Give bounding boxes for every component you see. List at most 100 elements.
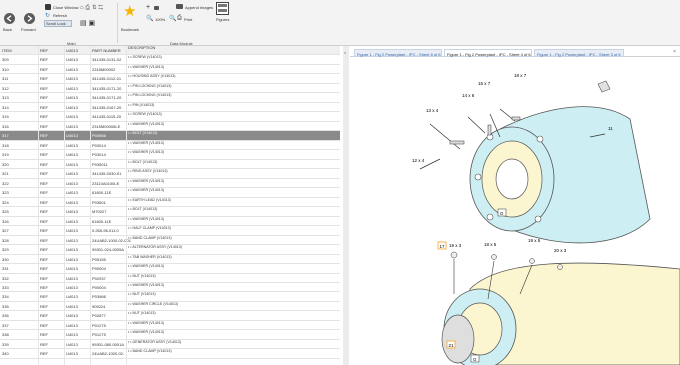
table-cell: • • GENERATOR ASSY (V14013) <box>128 339 182 344</box>
zoom-out-icon[interactable]: 🔍 <box>169 15 176 22</box>
zoom-level[interactable]: 100% <box>155 17 165 22</box>
append-images-button[interactable]: Append Images <box>185 5 213 10</box>
table-cell: 341435-0171-20 <box>92 85 122 91</box>
table-cell: • • BAND CLAMP (V14013) <box>128 349 172 354</box>
table-cell: U4013 <box>66 294 78 300</box>
tab-figure-sheet[interactable]: Figure 1 - Fig 2 Powerplant - IPC - Shee… <box>354 49 442 57</box>
table-row[interactable]: 310 REF U4013 2315M00002 • • WASHER (V14013) <box>0 65 340 75</box>
table-row[interactable]: 335 REF U4013 905224 • • WASHER CIRCLE (V140… <box>0 302 340 312</box>
column-header[interactable]: DESCRIPTION <box>128 46 155 51</box>
table-row[interactable]: 338 REF U4013 P01275 • • WASHER (V14013) <box>0 330 340 340</box>
table-row[interactable]: 331 REF U4013 P00004 • • WASHER (V14013) <box>0 264 340 274</box>
table-row[interactable]: 313 REF U4013 341435-0171-20 • • PIN LOCKING… <box>0 93 340 103</box>
table-cell: 24UAB2-1000-02- <box>92 351 125 357</box>
table-row[interactable]: 312 REF U4013 341435-0171-20 • • PIN LOCKING… <box>0 83 340 94</box>
table-row[interactable]: 316 REF U4013 2315M00006LE • • WASHER (V1401… <box>0 122 340 132</box>
table-cell: REF <box>40 218 48 224</box>
callout: 11 <box>608 126 613 131</box>
table-row[interactable]: 317 REF U4013 P03966 • • BOLT (V14013) <box>0 131 340 141</box>
screen-icon[interactable] <box>154 6 159 10</box>
table-cell: REF <box>40 322 48 328</box>
table-cell: U4013 <box>66 237 78 243</box>
table-row[interactable]: 328 REF U4013 24UAB2-1000-02-001 • • BAND CL… <box>0 236 340 246</box>
parts-list-panel: ITEM REF U4013 PART NUMBER DESCRIPTION 309 REF… <box>0 46 349 365</box>
table-row[interactable]: 336 REF U4013 P02877 • • NUT (V14013) <box>0 311 340 321</box>
table-row[interactable]: 332 REF U4013 P02937 • • NUT (V14013) <box>0 274 340 283</box>
arrow-right-icon <box>27 15 33 22</box>
washer-part <box>450 251 458 259</box>
table-cell: U4013 <box>66 275 78 281</box>
bookmark-star-icon[interactable]: ★ <box>123 2 136 20</box>
table-row[interactable]: 322 REF U4013 23110A0100LE • • WASHER (V1401… <box>0 179 340 189</box>
panel-splitter[interactable]: ⌃ <box>343 46 349 365</box>
column-divider <box>126 46 127 365</box>
print-button[interactable]: Print <box>184 17 192 22</box>
table-row[interactable]: 315 REF U4013 341435-0115-20 • • SCREW (V140… <box>0 112 340 122</box>
close-tabs-icon[interactable]: × <box>673 49 676 55</box>
back-button[interactable] <box>4 13 15 24</box>
figures-button[interactable]: Figures <box>216 17 229 22</box>
table-cell: REF <box>40 247 48 253</box>
table-row[interactable]: 319 REF U4013 P03014 • • WASHER (V14013) <box>0 150 340 160</box>
table-header: ITEM REF U4013 PART NUMBER DESCRIPTION <box>0 46 340 56</box>
table-cell: 341435-0112-01 <box>92 76 122 82</box>
table-cell: 338 <box>2 332 9 338</box>
column-header[interactable]: PART NUMBER <box>92 48 121 53</box>
table-cell: • • BOLT (V14013) <box>128 131 158 136</box>
table-row[interactable]: 339 REF U4013 99301-080-0001A • • GENERATOR … <box>0 339 340 350</box>
table-row[interactable]: 320 REF U4013 P035011 • • BOLT (V14013) <box>0 160 340 170</box>
table-row[interactable]: 340 REF U4013 24UAB2-1000-02- • • BAND CLAMP… <box>0 349 340 359</box>
table-row[interactable]: 324 REF U4013 P03601 • • EARTH LEAD (V14013) <box>0 198 340 208</box>
table-cell: • • NUT (V14013) <box>128 292 156 297</box>
pin-part <box>449 140 465 145</box>
column-divider <box>64 46 65 365</box>
table-row[interactable]: 314 REF U4013 341435-0167-20 • • PIN (V14013… <box>0 103 340 113</box>
table-cell: U4013 <box>66 76 78 82</box>
table-cell: 314 <box>2 104 9 110</box>
table-row[interactable]: 325 REF U4013 M70027 • • BOLT (V14013) <box>0 207 340 217</box>
column-header[interactable]: U4013 <box>66 48 78 53</box>
table-row[interactable]: 309 REF U4013 341435-0131-02 • • SCREW (V140… <box>0 55 340 65</box>
table-cell: REF <box>40 76 48 82</box>
table-cell: 319 <box>2 152 9 158</box>
tab-figure-sheet[interactable]: Figure 1 - Fig 2 Powerplant - IPC - Shee… <box>534 49 624 57</box>
table-cell: REF <box>40 114 48 120</box>
table-row[interactable]: 333 REF U4013 P00004 • • WASHER (V14013) <box>0 283 340 293</box>
display-options-icons[interactable]: ⌂ ⎙ ⇅ ⇆ <box>80 5 103 12</box>
refresh-button[interactable]: Refresh <box>53 13 67 18</box>
table-row[interactable]: 321 REF U4013 341435-0030-01 • • RING ASSY (… <box>0 169 340 179</box>
table-row[interactable]: 318 REF U4013 P03014 • • WASHER (V14013) <box>0 141 340 151</box>
forward-button[interactable] <box>24 13 35 24</box>
close-window-button[interactable]: Close Window <box>53 5 79 10</box>
column-header[interactable]: ITEM <box>2 48 12 53</box>
close-window-icon <box>45 4 51 10</box>
table-row[interactable]: 329 REF U4013 99301-024-0005A • • ALTERNATOR… <box>0 245 340 255</box>
tab-figure-sheet[interactable]: Figure 1 - Fig 2 Powerplant - IPC - Shee… <box>444 49 532 57</box>
bookmark-button[interactable]: Bookmark <box>121 27 139 32</box>
alternator-body <box>441 314 475 364</box>
washer-part <box>557 264 563 270</box>
table-row[interactable]: 323 REF U4013 61600-11E • • WASHER (V14013) <box>0 188 340 198</box>
scroll-up-arrow-icon[interactable]: ⌃ <box>343 52 347 58</box>
table-row[interactable]: 327 REF U4013 0.265-96.011.0 • • HALF CLAMP … <box>0 226 340 236</box>
table-row[interactable]: 337 REF U4013 P01275 • • WASHER (V14013) <box>0 321 340 331</box>
exploded-view-illustration: 18 x 7 15 x 7 14 x 6 13 x 4 11 12 x 4 G <box>412 73 680 365</box>
table-cell: 315 <box>2 114 9 120</box>
table-cell: 331 <box>2 266 9 272</box>
table-cell: • • WASHER (V14013) <box>128 283 164 287</box>
table-cell: • • PIN LOCKING (V14013) <box>128 83 172 88</box>
print-preview-icons[interactable]: ▤ ▣ <box>80 19 95 27</box>
add-icon[interactable]: + <box>146 4 150 11</box>
table-row[interactable]: 311 REF U4013 341435-0112-01 • • HOUSING ASS… <box>0 74 340 84</box>
table-row[interactable]: 334 REF U4013 P03966 • • NUT (V14013) <box>0 292 340 302</box>
column-header[interactable]: REF <box>40 48 48 53</box>
table-cell: P01275 <box>92 332 106 338</box>
table-cell: REF <box>40 133 48 139</box>
callout: 18 x 5 <box>484 242 497 247</box>
table-cell: 332 <box>2 275 9 281</box>
table-cell: U4013 <box>66 209 78 215</box>
table-cell: 341435-0167-20 <box>92 104 122 110</box>
table-row[interactable]: 330 REF U4013 P05155 • • TAB WASHER (V14013) <box>0 255 340 265</box>
callout: 13 x 4 <box>426 108 439 113</box>
table-row[interactable]: 326 REF U4013 61600-11E • • WASHER (V14013) <box>0 217 340 227</box>
